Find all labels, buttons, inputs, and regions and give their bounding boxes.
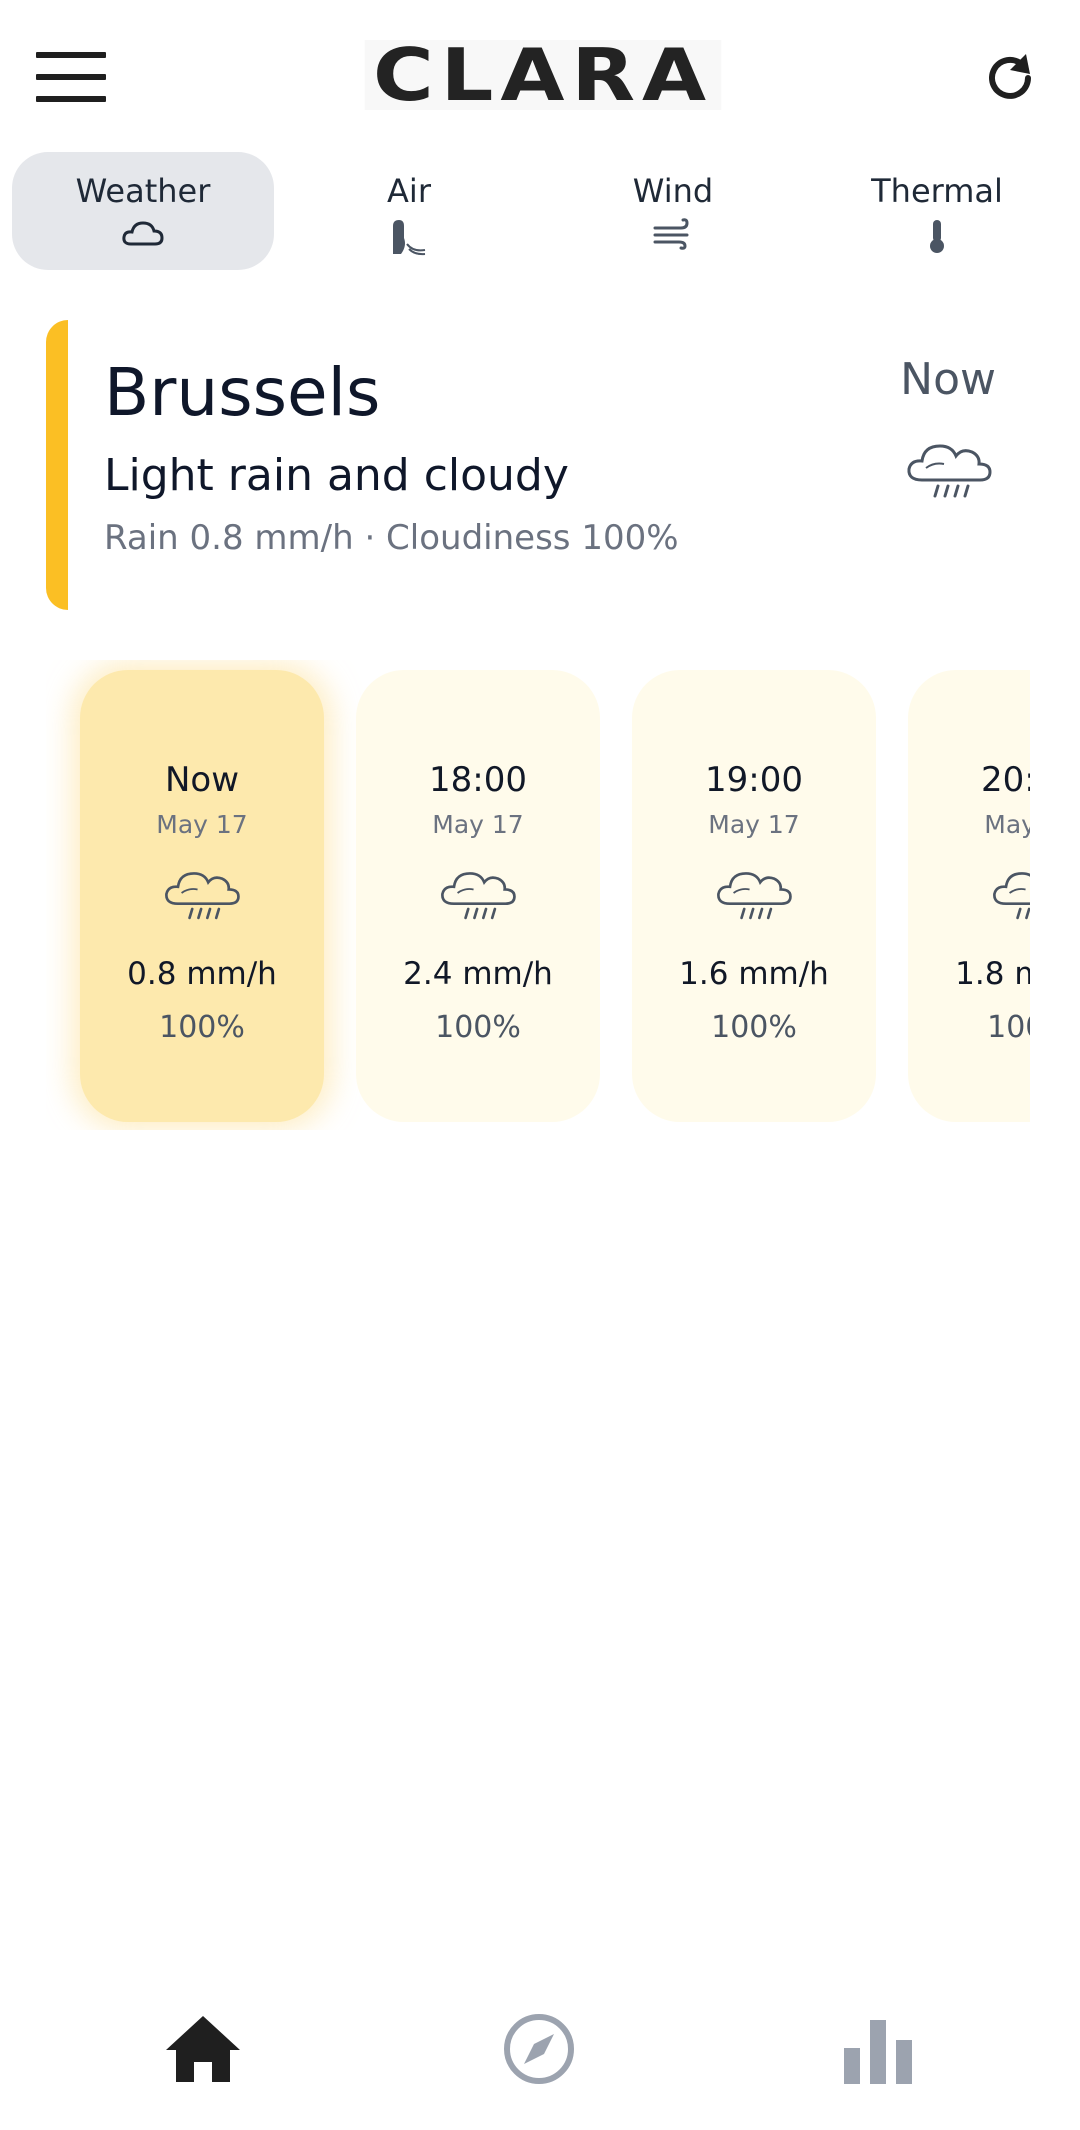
tab-wind[interactable]: Wind — [542, 152, 804, 270]
hourly-cloudiness: 100% — [987, 1010, 1030, 1045]
hourly-rain: 2.4 mm/h — [403, 956, 553, 992]
cloud-icon — [121, 218, 165, 252]
tab-air[interactable]: Air — [278, 152, 540, 270]
hourly-card[interactable]: 18:00 May 17 2.4 mm/h 100% — [356, 670, 600, 1122]
hourly-date: May 17 — [984, 810, 1030, 839]
hourly-time: 18:00 — [429, 760, 527, 800]
bottom-navigation — [0, 1960, 1080, 2130]
app-logo: CLARA — [364, 39, 722, 111]
hourly-time: 19:00 — [705, 760, 803, 800]
air-quality-icon — [389, 218, 429, 260]
rain-cloud-icon — [990, 864, 1030, 926]
wind-icon — [653, 218, 693, 254]
hourly-cloudiness: 100% — [435, 1010, 521, 1045]
hourly-rain: 1.6 mm/h — [679, 956, 829, 992]
compass-icon[interactable] — [494, 2004, 584, 2094]
hourly-time: Now — [164, 760, 240, 800]
thermometer-icon — [926, 218, 948, 258]
time-label: Now — [900, 354, 996, 405]
hourly-rain: 0.8 mm/h — [127, 956, 277, 992]
hourly-rain: 1.8 mm/h — [955, 956, 1030, 992]
home-icon[interactable] — [158, 2004, 248, 2094]
hamburger-menu-icon[interactable] — [36, 52, 106, 102]
hourly-card[interactable]: 19:00 May 17 1.6 mm/h 100% — [632, 670, 876, 1122]
hourly-forecast[interactable]: Now May 17 0.8 mm/h 100% 18:00 May 17 2.… — [46, 660, 1030, 1130]
tab-label: Weather — [75, 172, 211, 210]
hourly-card[interactable]: 20:00 May 17 1.8 mm/h 100% — [908, 670, 1030, 1122]
refresh-icon[interactable] — [982, 50, 1038, 106]
condition-details: Rain 0.8 mm/h · Cloudiness 100% — [104, 518, 679, 558]
condition-text: Light rain and cloudy — [104, 450, 569, 501]
bar-chart-icon[interactable] — [832, 2004, 922, 2094]
hourly-cloudiness: 100% — [159, 1010, 245, 1045]
tab-label: Air — [387, 172, 431, 210]
current-conditions-card: Brussels Light rain and cloudy Rain 0.8 … — [46, 320, 1006, 610]
accent-bar — [46, 320, 68, 610]
hourly-date: May 17 — [432, 810, 524, 839]
hourly-cloudiness: 100% — [711, 1010, 797, 1045]
tab-thermal[interactable]: Thermal — [806, 152, 1068, 270]
category-tabs: Weather Air Wind Thermal — [12, 152, 1068, 270]
tab-label: Wind — [632, 172, 714, 210]
hourly-date: May 17 — [708, 810, 800, 839]
hourly-card[interactable]: Now May 17 0.8 mm/h 100% — [80, 670, 324, 1122]
rain-cloud-icon — [438, 864, 518, 926]
tab-weather[interactable]: Weather — [12, 152, 274, 270]
hourly-time: 20:00 — [981, 760, 1030, 800]
rain-cloud-icon — [714, 864, 794, 926]
rain-cloud-icon — [904, 436, 994, 504]
city-name: Brussels — [104, 354, 381, 431]
hourly-date: May 17 — [156, 810, 248, 839]
tab-label: Thermal — [871, 172, 1003, 210]
top-bar: CLARA — [0, 0, 1080, 150]
rain-cloud-icon — [162, 864, 242, 926]
